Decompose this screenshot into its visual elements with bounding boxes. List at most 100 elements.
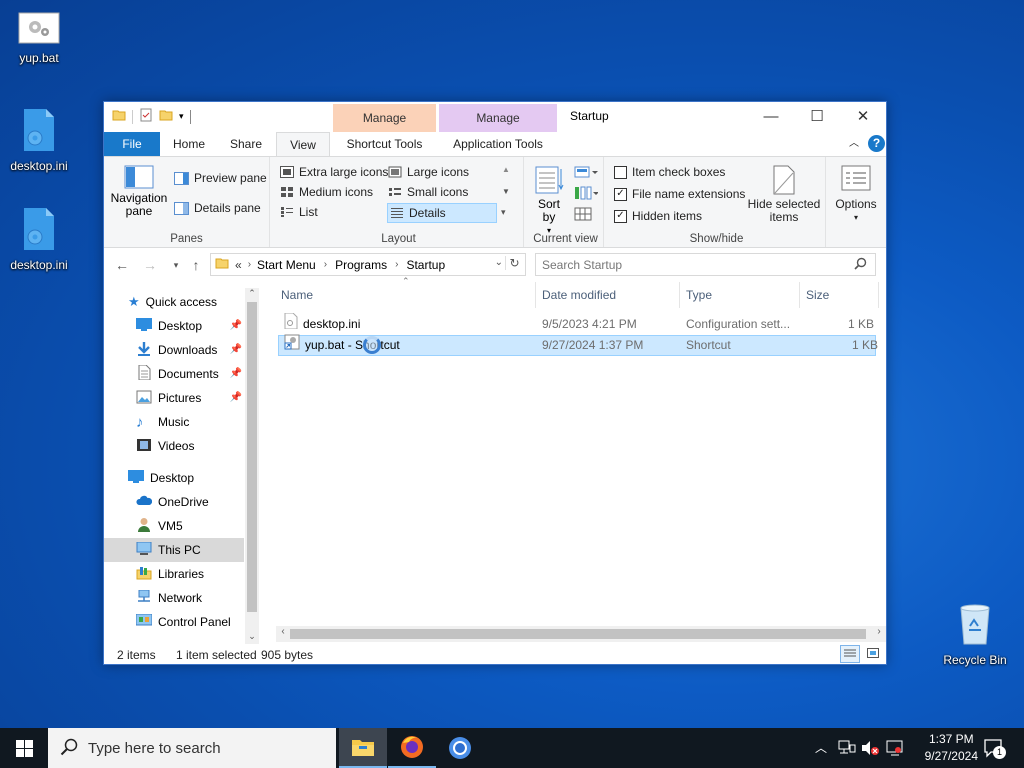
network-status-icon[interactable] [838, 740, 856, 759]
nav-videos[interactable]: Videos [104, 434, 244, 458]
minimize-button[interactable]: — [748, 102, 794, 131]
folder-icon[interactable] [112, 108, 126, 125]
collapse-ribbon-icon[interactable]: ︿ [844, 132, 864, 156]
up-button[interactable]: ↑ [186, 254, 206, 276]
tab-view[interactable]: View [276, 132, 330, 157]
search-icon [60, 738, 78, 759]
column-header-name[interactable]: Name [275, 282, 536, 308]
large-icons-view-icon[interactable] [864, 645, 882, 663]
tab-shortcut-tools[interactable]: Shortcut Tools [333, 132, 436, 156]
layout-scroll-down-icon[interactable]: ▼ [502, 187, 510, 196]
scroll-right-icon[interactable]: › [872, 626, 886, 637]
scroll-left-icon[interactable]: ‹ [276, 626, 290, 637]
tab-share[interactable]: Share [221, 132, 271, 156]
taskbar-chrome[interactable] [436, 728, 484, 768]
nav-pictures[interactable]: Pictures 📌 [104, 386, 244, 410]
add-columns-icon[interactable] [574, 186, 599, 203]
item-check-boxes-toggle[interactable]: Item check boxes [614, 165, 725, 179]
column-header-date-modified[interactable]: Date modified [536, 282, 680, 308]
details-view-icon[interactable] [840, 645, 860, 663]
breadcrumb-programs[interactable]: Programs [335, 258, 387, 272]
nav-music[interactable]: ♪ Music [104, 410, 244, 434]
scrollbar-thumb[interactable] [290, 629, 866, 639]
options-button[interactable]: Options ▾ [830, 165, 882, 224]
group-by-icon[interactable] [574, 165, 598, 182]
new-folder-icon[interactable] [159, 108, 173, 125]
nav-vm5[interactable]: VM5 [104, 514, 244, 538]
layout-small-icons[interactable]: Small icons [388, 185, 468, 199]
nav-network[interactable]: Network [104, 586, 244, 610]
column-header-type[interactable]: Type [680, 282, 800, 308]
taskbar-file-explorer[interactable] [339, 728, 387, 768]
search-input[interactable]: Search Startup [535, 253, 876, 276]
file-name-extensions-checkbox[interactable]: ✓ [614, 187, 627, 201]
hidden-items-toggle[interactable]: ✓ Hidden items [614, 209, 702, 223]
refresh-icon[interactable]: ↻ [505, 256, 523, 270]
nav-downloads[interactable]: Downloads 📌 [104, 338, 244, 362]
layout-large-icons[interactable]: Large icons [388, 165, 469, 179]
navigation-pane-scrollbar[interactable]: ⌃ ⌄ [245, 288, 259, 644]
breadcrumb-overflow[interactable]: « [235, 258, 242, 272]
layout-details[interactable]: Details [387, 203, 497, 223]
chevron-right-icon: › [395, 259, 399, 270]
item-check-boxes-checkbox[interactable] [614, 165, 627, 179]
address-dropdown-icon[interactable]: ⌄ [495, 257, 503, 268]
details-pane-button[interactable]: Details pane [174, 201, 261, 215]
table-row[interactable] [278, 415, 876, 436]
nav-control-panel[interactable]: Control Panel [104, 610, 244, 634]
taskbar-firefox[interactable] [388, 728, 436, 768]
maximize-button[interactable]: ☐ [794, 102, 840, 131]
nav-onedrive[interactable]: OneDrive [104, 490, 244, 514]
desktop-icon-desktop-ini-2[interactable]: desktop.ini [3, 207, 75, 272]
layout-scroll-up-icon[interactable]: ▲ [502, 165, 510, 174]
nav-documents[interactable]: Documents 📌 [104, 362, 244, 386]
taskbar-clock[interactable]: 1:37 PM 9/27/2024 [925, 731, 978, 765]
close-button[interactable]: ✕ [840, 102, 886, 131]
tab-file[interactable]: File [104, 132, 160, 156]
volume-muted-icon[interactable] [861, 740, 879, 759]
tab-application-tools[interactable]: Application Tools [439, 132, 557, 156]
scroll-up-icon[interactable]: ⌃ [245, 288, 259, 302]
notification-center-icon[interactable]: 1 [983, 738, 1006, 761]
customize-toolbar-icon[interactable]: ▾ [179, 111, 184, 122]
properties-icon[interactable] [139, 108, 153, 125]
show-hidden-icons-icon[interactable]: ︿ [815, 739, 827, 756]
hidden-items-checkbox[interactable]: ✓ [614, 209, 627, 223]
address-bar[interactable]: « › Start Menu › Programs › Startup ⌄ ↻ [210, 253, 526, 276]
desktop-icon-yup-bat[interactable]: yup.bat [3, 12, 75, 65]
layout-more-icon[interactable]: ▾ [501, 207, 506, 218]
start-button[interactable] [0, 728, 48, 768]
nav-this-pc[interactable]: This PC [104, 538, 244, 562]
desktop-icon-desktop-ini-1[interactable]: desktop.ini [3, 108, 75, 173]
table-row-desktop-ini[interactable]: desktop.ini 9/5/2023 4:21 PM Configurati… [278, 312, 876, 335]
nav-desktop[interactable]: Desktop [104, 466, 244, 490]
layout-label: Medium icons [299, 185, 374, 199]
scroll-down-icon[interactable]: ⌄ [245, 631, 259, 642]
help-icon[interactable]: ? [868, 135, 885, 152]
nav-desktop-pinned[interactable]: Desktop 📌 [104, 314, 244, 338]
back-button[interactable]: ← [112, 254, 132, 276]
desktop-icon-recycle-bin[interactable]: Recycle Bin [939, 602, 1011, 667]
column-header-size[interactable]: Size [800, 282, 879, 308]
breadcrumb-start-menu[interactable]: Start Menu [257, 258, 316, 272]
star-icon: ★ [128, 294, 140, 309]
nav-quick-access[interactable]: ★ Quick access [104, 290, 244, 314]
preview-pane-button[interactable]: Preview pane [174, 171, 267, 185]
nav-libraries[interactable]: Libraries [104, 562, 244, 586]
recent-locations-button[interactable]: ▾ [166, 254, 186, 276]
navigation-pane-button[interactable]: Navigation pane [110, 165, 168, 218]
display-icon[interactable] [886, 740, 904, 759]
breadcrumb-startup[interactable]: Startup [406, 258, 445, 272]
file-list-horizontal-scrollbar[interactable]: ‹ › [276, 626, 886, 642]
hide-selected-items-button[interactable]: Hide selected items [746, 165, 822, 224]
tab-home[interactable]: Home [164, 132, 214, 156]
layout-list[interactable]: List [280, 205, 318, 219]
forward-button[interactable]: → [140, 254, 160, 276]
sort-by-button[interactable]: Sort by ▾ [532, 165, 566, 237]
file-name-extensions-toggle[interactable]: ✓ File name extensions [614, 187, 745, 201]
layout-medium-icons[interactable]: Medium icons [280, 185, 373, 199]
taskbar-search-box[interactable]: Type here to search [48, 728, 336, 768]
scrollbar-thumb[interactable] [247, 302, 257, 612]
size-columns-icon[interactable] [574, 207, 592, 224]
layout-extra-large-icons[interactable]: Extra large icons [280, 165, 388, 179]
